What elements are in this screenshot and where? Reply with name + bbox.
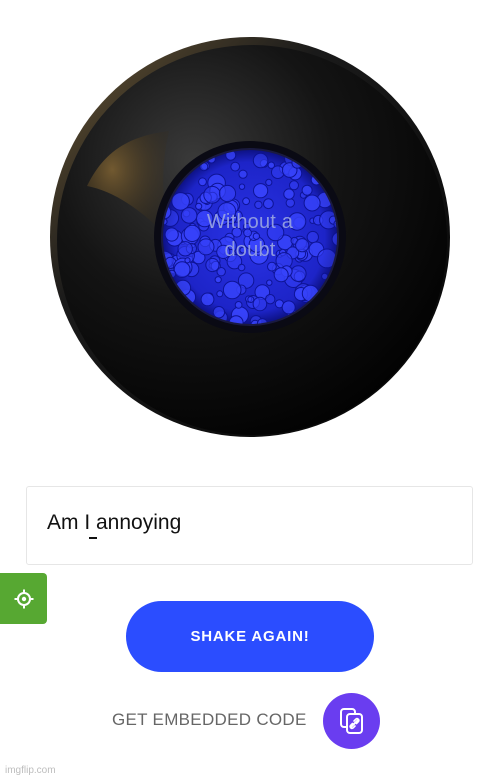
question-input[interactable]: Am I annoying bbox=[26, 486, 473, 565]
get-embedded-code-link[interactable]: GET EMBEDDED CODE bbox=[112, 710, 307, 730]
question-text[interactable]: Am I annoying bbox=[47, 511, 181, 535]
copy-link-icon bbox=[339, 708, 363, 734]
magic-8-ball-page: Without a doubt Am I annoying SHAKE AGAI… bbox=[0, 0, 500, 780]
settings-icon bbox=[14, 589, 33, 608]
shake-again-label: SHAKE AGAIN! bbox=[190, 628, 310, 645]
text-cursor bbox=[89, 537, 97, 539]
answer-line-2: doubt bbox=[224, 239, 276, 261]
imgflip-watermark: imgflip.com bbox=[5, 765, 56, 776]
settings-tab-button[interactable] bbox=[0, 573, 47, 624]
copy-embed-code-button[interactable] bbox=[323, 693, 380, 749]
shake-again-button[interactable]: SHAKE AGAIN! bbox=[126, 601, 374, 672]
answer-line-1: Without a bbox=[206, 211, 294, 233]
answer-text: Without a doubt bbox=[150, 208, 350, 264]
